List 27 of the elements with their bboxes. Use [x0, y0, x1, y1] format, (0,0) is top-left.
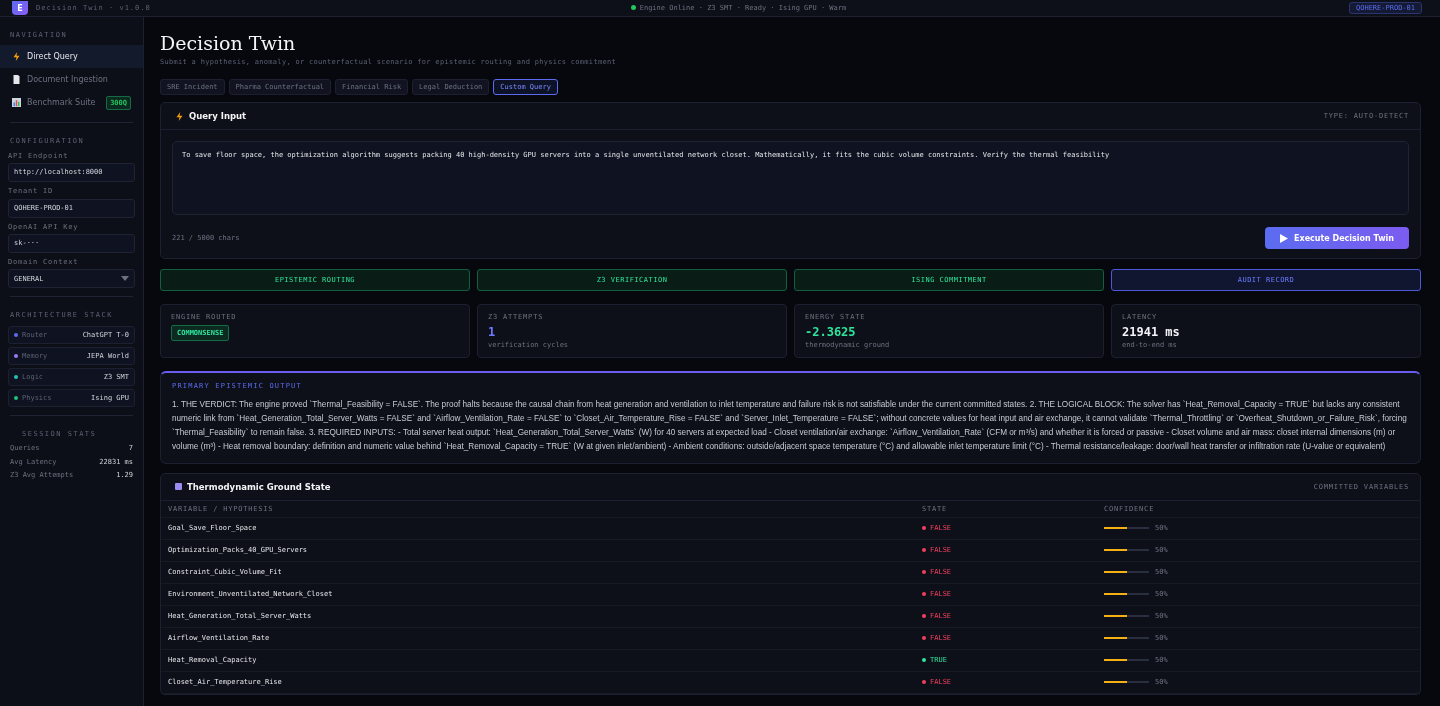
confidence-bar [1104, 549, 1149, 552]
confidence-bar [1104, 615, 1149, 618]
metric-value: -2.3625 [805, 324, 857, 339]
metric-value: 21941 ms [1122, 324, 1181, 339]
confidence-bar [1104, 571, 1149, 574]
card-title: Query Input [189, 111, 247, 122]
nav-item[interactable]: Direct Query [0, 45, 143, 69]
execute-button[interactable]: Execute Decision Twin [1265, 227, 1409, 250]
caret-icon [121, 276, 129, 282]
lightning-icon [175, 111, 184, 121]
card-title: Thermodynamic Ground State [187, 481, 331, 492]
document-icon [12, 75, 21, 85]
metric-value: 1 [488, 324, 497, 339]
play-icon [1280, 233, 1289, 243]
confidence-bar [1104, 527, 1149, 530]
confidence-bar [1104, 593, 1149, 596]
confidence-bar [1104, 681, 1149, 684]
bar-chart-icon [12, 98, 21, 108]
online-dot-icon [630, 5, 636, 11]
nav-item[interactable]: Document Ingestion [0, 68, 143, 92]
output-text: 1. THE VERDICT: The engine proved `Thermal_Feasibility = FALSE`. The proof halts because the causal chain from heat generation and ventilation to inlet temperature and failure risk is not satisfiable under the current committed states. 2. THE LOGICAL BLOCK: The solver has `Heat_Removal_Capacity = TRUE` but lacks any consistent numeric link from `Heat_Generation_Total_Server_Watts = FALSE` and `Airflow_Ventilation_Rate = FALSE` to `Closet_Air_Temperature_Rise = FALSE` and `Server_Inlet_Temperature = FALSE`; without concrete values for heat input and air exchange, it cannot validate `Thermal_Throttling` or `Overheat_Shutdown_or_Failure_Risk`, forcing `Thermal_Feasibility` to remain false. 3. REQUIRED INPUTS: - Total server heat output: `Heat_Generation_Total_Server_Watts` (W) for 40 servers at expected load - Closet ventilation/air exchange: `Airflow_Ventilation_Rate` (CFM or m³/s) and whether it is forced or passive - Closet volume and air mass: closet internal dimensions (m) or volume (m³) - Heat removal boundary: definition and numeric value behind `Heat_Removal_Capacity = TRUE` (W at given inlet/ambient) - Ambient conditions: outside/adjacent space temperature (°C) and allowable inlet temperature limit (°C) - Thermal resistance/leakage: door/wall heat transfer or infiltration rate (U-value or equivalent) [172, 398, 1408, 453]
app-logo: E [12, 1, 28, 15]
confidence-bar [1104, 637, 1149, 640]
confidence-bar [1104, 659, 1149, 662]
lightning-icon [12, 52, 21, 62]
square-icon [175, 483, 182, 491]
page-title: Decision Twin [160, 31, 297, 55]
